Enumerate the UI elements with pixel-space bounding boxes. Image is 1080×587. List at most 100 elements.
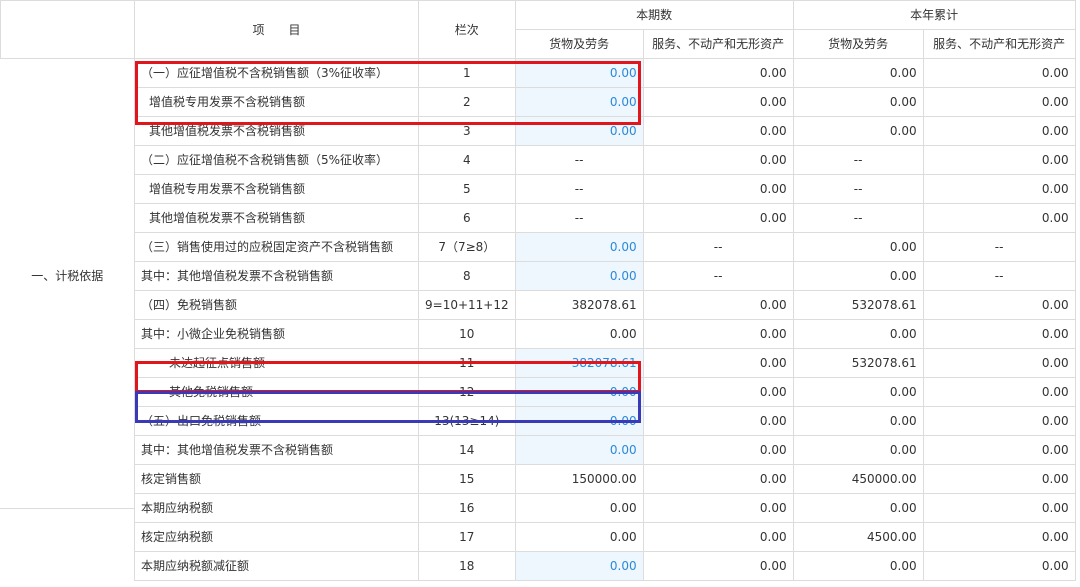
value-goods-current: 150000.00 — [514, 464, 644, 494]
value-goods-year: 0.00 — [792, 435, 924, 465]
value-services-year: 0.00 — [922, 145, 1076, 175]
header-column-no: 栏次 — [418, 0, 516, 59]
row-column-no: 3 — [418, 116, 516, 146]
value-services-current: 0.00 — [642, 522, 794, 552]
row-item-label: 未达起征点销售额 — [134, 348, 419, 378]
value-services-year: 0.00 — [922, 58, 1076, 88]
value-services-current: 0.00 — [642, 87, 794, 117]
table-row: 其他免税销售额 12 0.00 0.00 0.00 0.00 — [1, 377, 1076, 407]
row-column-no: 7（7≥8） — [418, 232, 516, 262]
row-column-no: 12 — [418, 377, 516, 407]
input-goods-current[interactable]: 0.00 — [514, 261, 644, 291]
value-services-current: -- — [642, 261, 794, 291]
row-item-label: 其中：其他增值税发票不含税销售额 — [134, 261, 419, 291]
value-services-year: 0.00 — [922, 290, 1076, 320]
row-item-label: （二）应征增值税不含税销售额（5%征收率） — [134, 145, 419, 175]
table-row: 核定销售额 15 150000.00 0.00 450000.00 0.00 — [1, 464, 1076, 494]
value-goods-year: 0.00 — [792, 58, 924, 88]
row-column-no: 16 — [418, 493, 516, 523]
table-row: （三）销售使用过的应税固定资产不含税销售额 7（7≥8） 0.00 -- 0.0… — [1, 232, 1076, 262]
value-services-year: 0.00 — [922, 464, 1076, 494]
value-services-current: 0.00 — [642, 464, 794, 494]
row-item-label: 核定应纳税额 — [134, 522, 419, 552]
row-item-label: 核定销售额 — [134, 464, 419, 494]
row-column-no: 10 — [418, 319, 516, 349]
table-row: 其他增值税发票不含税销售额 3 0.00 0.00 0.00 0.00 — [1, 116, 1076, 146]
value-services-current: 0.00 — [642, 145, 794, 175]
value-goods-year: 4500.00 — [792, 522, 924, 552]
table-row: 一、计税依据 （一）应征增值税不含税销售额（3%征收率） 1 0.00 0.00… — [1, 58, 1076, 283]
value-goods-year: 0.00 — [792, 232, 924, 262]
vat-declaration-table: 项 目 栏次 本期数 本年累计 货物及劳务 服务、不动产和无形资产 货物及劳务 … — [0, 0, 1076, 581]
row-column-no: 9=10+11+12 — [418, 290, 516, 320]
table-row: 核定应纳税额 17 0.00 0.00 4500.00 0.00 — [1, 522, 1076, 552]
value-goods-year: -- — [792, 203, 924, 233]
value-services-year: 0.00 — [922, 87, 1076, 117]
value-services-year: 0.00 — [922, 348, 1076, 378]
input-goods-current[interactable]: 382078.61 — [514, 348, 644, 378]
table-row: 增值税专用发票不含税销售额 2 0.00 0.00 0.00 0.00 — [1, 87, 1076, 117]
value-goods-year: 0.00 — [792, 87, 924, 117]
category-tax-calc-blank — [1, 494, 135, 581]
row-item-label: 其他增值税发票不含税销售额 — [134, 203, 419, 233]
row-item-label: （四）免税销售额 — [134, 290, 419, 320]
row-item-label: 本期应纳税额 — [134, 493, 419, 523]
table-row: 本期应纳税额减征额 18 0.00 0.00 0.00 0.00 — [1, 551, 1076, 581]
value-goods-year: -- — [792, 174, 924, 204]
value-services-current: 0.00 — [642, 435, 794, 465]
header-category-blank — [0, 0, 135, 59]
row-item-label: （五）出口免税销售额 — [134, 406, 419, 436]
row-column-no: 14 — [418, 435, 516, 465]
input-goods-current[interactable]: 0.00 — [514, 551, 644, 581]
value-goods-current: 0.00 — [514, 319, 644, 349]
value-goods-year: 0.00 — [792, 493, 924, 523]
row-item-label: 本期应纳税额减征额 — [134, 551, 419, 581]
input-goods-current[interactable]: 0.00 — [514, 58, 644, 88]
value-services-year: 0.00 — [922, 406, 1076, 436]
table-row: 其他增值税发票不含税销售额 6 -- 0.00 -- 0.00 — [1, 203, 1076, 233]
header-year-cumulative: 本年累计 — [792, 0, 1076, 30]
row-column-no: 2 — [418, 87, 516, 117]
value-services-year: -- — [922, 232, 1076, 262]
value-services-current: 0.00 — [642, 406, 794, 436]
value-services-current: 0.00 — [642, 493, 794, 523]
value-goods-year: 0.00 — [792, 377, 924, 407]
header-goods-year: 货物及劳务 — [792, 29, 924, 59]
value-goods-year: 0.00 — [792, 319, 924, 349]
table-row: 本期应纳税额 16 0.00 0.00 0.00 0.00 — [1, 493, 1076, 523]
row-item-label: （三）销售使用过的应税固定资产不含税销售额 — [134, 232, 419, 262]
value-services-year: -- — [922, 261, 1076, 291]
value-services-current: 0.00 — [642, 174, 794, 204]
row-column-no: 13(13≥14) — [418, 406, 516, 436]
value-services-year: 0.00 — [922, 551, 1076, 581]
header-services-current: 服务、不动产和无形资产 — [642, 29, 794, 59]
input-goods-current[interactable]: 0.00 — [514, 406, 644, 436]
header-current-period: 本期数 — [514, 0, 794, 30]
value-services-current: 0.00 — [642, 348, 794, 378]
row-column-no: 8 — [418, 261, 516, 291]
value-goods-year: 0.00 — [792, 261, 924, 291]
input-goods-current[interactable]: 0.00 — [514, 87, 644, 117]
value-goods-current: -- — [514, 174, 644, 204]
input-goods-current[interactable]: 0.00 — [514, 232, 644, 262]
value-services-year: 0.00 — [922, 493, 1076, 523]
value-services-current: 0.00 — [642, 319, 794, 349]
input-goods-current[interactable]: 0.00 — [514, 116, 644, 146]
value-services-current: -- — [642, 232, 794, 262]
tax-declaration-form: 项 目 栏次 本期数 本年累计 货物及劳务 服务、不动产和无形资产 货物及劳务 … — [0, 0, 1080, 587]
row-item-label: 其中：其他增值税发票不含税销售额 — [134, 435, 419, 465]
value-services-current: 0.00 — [642, 377, 794, 407]
row-item-label: 其他免税销售额 — [134, 377, 419, 407]
value-goods-year: 532078.61 — [792, 290, 924, 320]
header-goods-current: 货物及劳务 — [514, 29, 644, 59]
value-goods-current: -- — [514, 203, 644, 233]
value-services-current: 0.00 — [642, 290, 794, 320]
input-goods-current[interactable]: 0.00 — [514, 435, 644, 465]
value-services-year: 0.00 — [922, 116, 1076, 146]
input-goods-current[interactable]: 0.00 — [514, 377, 644, 407]
value-services-current: 0.00 — [642, 116, 794, 146]
table-row: 其中：其他增值税发票不含税销售额 14 0.00 0.00 0.00 0.00 — [1, 435, 1076, 465]
row-column-no: 5 — [418, 174, 516, 204]
value-goods-year: -- — [792, 145, 924, 175]
table-row: 其中：小微企业免税销售额 10 0.00 0.00 0.00 0.00 — [1, 319, 1076, 349]
